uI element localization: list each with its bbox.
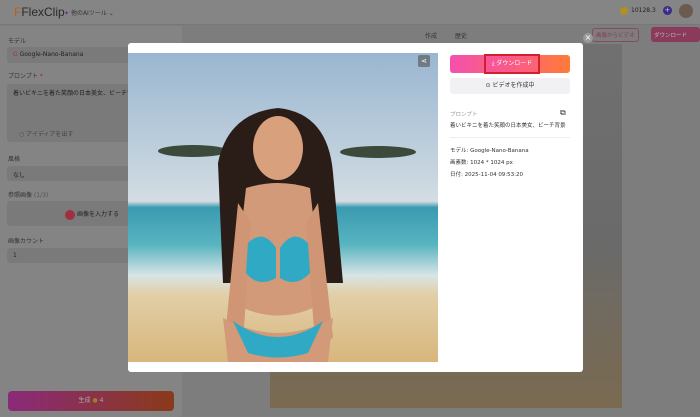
image-to-video-button[interactable]: 画像からビデオ: [592, 28, 639, 42]
sparkle-icon: ✦: [64, 10, 70, 17]
bg-download-button[interactable]: ダウンロード: [651, 27, 700, 42]
ai-tools-label: 他のAIツール: [70, 10, 107, 17]
model-info: モデル: Google-Nano-Banana: [450, 148, 529, 154]
share-icon[interactable]: ⋖: [418, 55, 430, 67]
make-video-button[interactable]: ⊙ ビデオを作成中: [450, 78, 570, 94]
google-icon: G: [13, 51, 18, 58]
model-value: Google-Nano-Banana: [19, 51, 84, 58]
prompt-text: 着いビキニを着た笑顔の日本美女、ビーチ背: [13, 90, 134, 97]
top-bar: FFlexClip ✦ 他のAIツール ⌄ 10128.3 +: [0, 0, 700, 25]
logo-text: FlexClip: [21, 5, 65, 19]
divider: [450, 137, 570, 138]
date-info: 日付: 2025-11-04 09:53:20: [450, 172, 524, 178]
idea-button[interactable]: ○ アイディアを出す: [19, 129, 73, 138]
avatar[interactable]: [679, 4, 693, 18]
add-credits-button[interactable]: +: [662, 6, 672, 15]
play-icon: ⊙: [485, 82, 491, 89]
photo-illustration: [158, 108, 416, 362]
tab-history[interactable]: 歴史: [455, 31, 467, 40]
flexclip-logo[interactable]: FFlexClip: [14, 5, 65, 19]
count-label: 画像カウント: [8, 238, 45, 245]
ref-label: 参照画像 (1/3): [8, 192, 49, 199]
download-button[interactable]: ⤓ ダウンロード: [484, 54, 540, 74]
resolution-info: 画素数: 1024 * 1024 px: [450, 160, 513, 166]
copy-icon[interactable]: ⧉: [560, 108, 566, 118]
prompt-label: プロンプト: [450, 112, 478, 118]
generate-button[interactable]: 生成 ● 4: [8, 391, 174, 411]
generated-image: ⋖: [128, 53, 438, 362]
tab-create[interactable]: 作成: [425, 31, 437, 40]
credits: 10128.3 +: [620, 6, 672, 15]
coin-icon: ●: [92, 397, 98, 404]
download-icon: ⤓: [491, 60, 495, 67]
style-label: 風格: [8, 156, 21, 163]
close-modal-button[interactable]: ×: [583, 33, 593, 43]
credits-value: 10128.3: [631, 7, 656, 14]
prompt-text: 着いビキニを着た笑顔の日本美女、ビーチ背景: [450, 123, 566, 129]
coin-icon: [620, 6, 628, 15]
download-label: ダウンロード: [496, 60, 533, 67]
upload-icon: [65, 209, 76, 220]
ai-tools-menu[interactable]: ✦ 他のAIツール ⌄: [64, 8, 114, 17]
image-preview-modal: ⋖ ⤓ ダウンロード ⊙ ビデオを作成中 プロンプト ⧉ 着いビキニを着た笑顔の…: [128, 43, 583, 372]
model-label: モデル: [8, 38, 27, 45]
prompt-label: プロンプト *: [8, 73, 43, 80]
